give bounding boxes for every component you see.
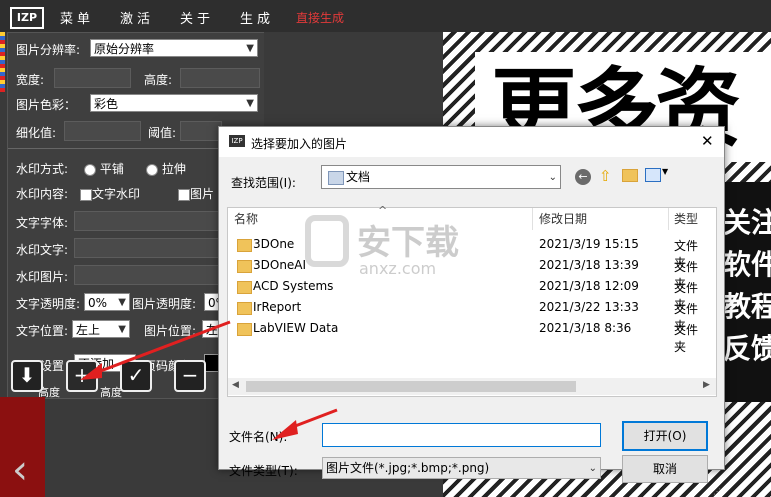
red-arrowhead-1 [80,363,102,380]
red-arrow-1 [97,320,231,374]
annotation-arrows [80,320,338,440]
red-arrow-2 [289,408,338,430]
red-arrowhead-2 [272,420,298,440]
